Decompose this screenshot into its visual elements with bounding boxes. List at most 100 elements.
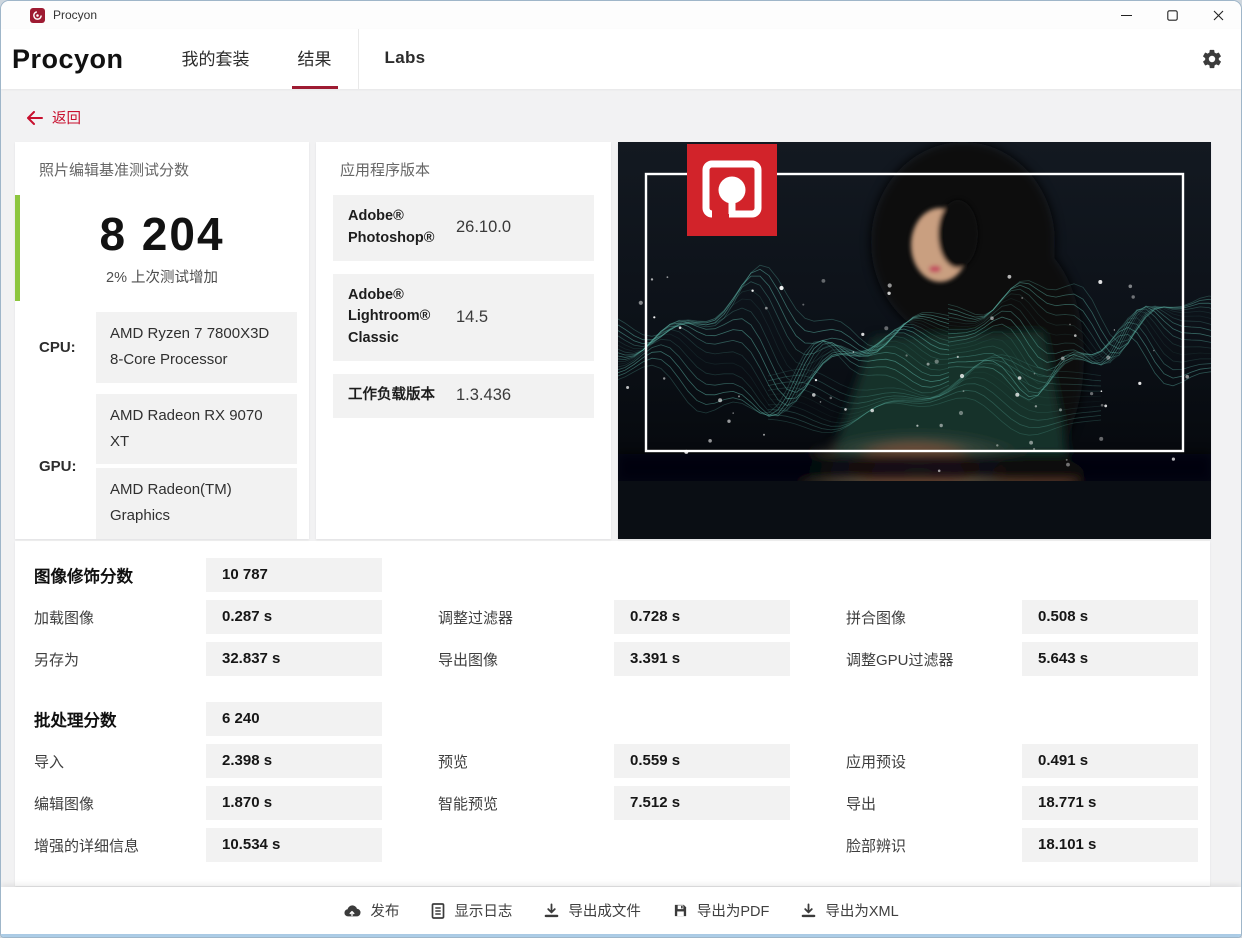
footer-button-4[interactable]: 导出为XML — [801, 900, 899, 921]
version-value: 14.5 — [456, 307, 489, 326]
batch-score-group: 批处理分数 6 240 导入 2.398 s 预览 0.559 s 应用预设 0.491 s 编… — [34, 702, 1198, 862]
versions-card: 应用程序版本 Adobe® Photoshop® 26.10.0 Adobe® Li… — [316, 142, 611, 539]
versions-card-title: 应用程序版本 — [340, 162, 431, 179]
minimize-button[interactable] — [1103, 1, 1149, 29]
footer-button-0[interactable]: 发布 — [343, 900, 399, 921]
metric-value: 18.771 s — [1022, 786, 1198, 820]
metric-value: 3.391 s — [614, 642, 790, 676]
gpu-label: GPU: — [39, 457, 77, 475]
detail-scores-card: 图像修饰分数 10 787 加载图像 0.287 s 调整过滤器 0.728 s 拼合图像 0… — [15, 541, 1210, 886]
version-value: 26.10.0 — [456, 218, 512, 237]
summary-section: 照片编辑基准测试分数 8 204 2% 上次测试增加 CPU: AMD Ryze… — [15, 142, 1241, 539]
cpu-line-2: 8-Core Processor — [110, 351, 228, 369]
download-icon — [544, 903, 559, 918]
footer-button-2[interactable]: 导出成文件 — [544, 900, 641, 921]
version-label: Adobe® Lightroom® Classic — [348, 286, 431, 347]
version-label: 工作负载版本 — [348, 386, 435, 403]
cpu-line-1: AMD Ryzen 7 7800X3D — [110, 325, 270, 342]
metric-value: 32.837 s — [206, 642, 382, 676]
metric-label: 应用预设 — [846, 753, 907, 771]
version-row: Adobe® Photoshop® 26.10.0 — [333, 195, 594, 261]
versions-rows: Adobe® Photoshop® 26.10.0 Adobe® Lightroom… — [333, 195, 594, 418]
version-row: Adobe® Lightroom® Classic 14.5 — [333, 273, 594, 361]
procyon-app-icon — [30, 7, 45, 23]
metric-label: 另存为 — [34, 651, 80, 669]
benchmark-score: 8 204 — [99, 208, 225, 260]
metric-label: 智能预览 — [438, 795, 499, 813]
metric-value: 0.491 s — [1022, 744, 1198, 778]
group-score-label: 图像修饰分数 — [34, 568, 133, 586]
metric-value: 0.508 s — [1022, 600, 1198, 634]
footer-button-label: 导出为XML — [825, 904, 899, 920]
tab-2[interactable]: Labs — [379, 29, 432, 89]
score-accent-bar — [15, 195, 20, 301]
content-area: 返回 照片编辑基准测试分数 8 204 2% 上次测试增加 CPU: AMD R… — [1, 89, 1241, 887]
back-button[interactable]: 返回 — [1, 89, 91, 128]
version-label: Adobe® Photoshop® — [348, 208, 435, 246]
procyon-logo — [687, 144, 777, 236]
cpu-label: CPU: — [39, 338, 76, 356]
gpu-row: GPU: AMD Radeon RX 9070 XT AMD Radeon(TM… — [39, 393, 309, 539]
save-icon — [673, 903, 688, 918]
window-edge-accent — [1, 934, 1241, 937]
score-card-title: 照片编辑基准测试分数 — [39, 162, 190, 179]
retouch-score-group: 图像修饰分数 10 787 加载图像 0.287 s 调整过滤器 0.728 s 拼合图像 0… — [34, 558, 1198, 676]
footer-button-label: 发布 — [370, 904, 400, 920]
title-bar: Procyon — [1, 1, 1241, 29]
metric-label: 预览 — [438, 753, 469, 771]
footer-button-label: 导出为PDF — [696, 904, 770, 920]
cpu-row: CPU: AMD Ryzen 7 7800X3D 8-Core Processo… — [39, 312, 309, 383]
metric-label: 导入 — [34, 753, 65, 771]
gpu-value-2: AMD Radeon(TM) Graphics — [96, 468, 297, 539]
brand-logo: Procyon — [12, 43, 124, 74]
metric-label: 加载图像 — [34, 609, 95, 627]
metric-value: 0.559 s — [614, 744, 790, 778]
app-window: Procyon Procyon 我的套装 结果 Labs 返回 照片编辑基准测试… — [0, 0, 1242, 938]
metric-label: 导出 — [846, 795, 877, 813]
back-arrow-icon — [27, 110, 43, 125]
metric-value: 18.101 s — [1022, 828, 1198, 862]
metric-label: 导出图像 — [438, 651, 499, 669]
metric-value: 0.728 s — [614, 600, 790, 634]
footer-button-3[interactable]: 导出为PDF — [673, 900, 770, 921]
score-delta: 2% 上次测试增加 — [106, 270, 218, 286]
metric-value: 0.287 s — [206, 600, 382, 634]
group-score-label: 批处理分数 — [34, 712, 117, 730]
cpu-value: AMD Ryzen 7 7800X3D 8-Core Processor — [96, 312, 297, 383]
document-icon — [431, 902, 445, 919]
window-title: Procyon — [53, 8, 98, 22]
metric-value: 7.512 s — [614, 786, 790, 820]
metric-label: 脸部辨识 — [846, 837, 907, 855]
close-button[interactable] — [1195, 1, 1241, 29]
metric-value: 5.643 s — [1022, 642, 1198, 676]
version-row: 工作负载版本 1.3.436 — [333, 373, 594, 418]
footer-button-1[interactable]: 显示日志 — [431, 900, 512, 921]
tab-1[interactable]: 结果 — [291, 29, 338, 89]
gear-icon — [1203, 49, 1221, 69]
footer-toolbar: 发布 显示日志 导出成文件 导出为PDF 导出为XML — [1, 887, 1241, 934]
metric-value: 2.398 s — [206, 744, 382, 778]
group-score-value: 10 787 — [206, 558, 382, 592]
main-nav: Procyon 我的套装 结果 Labs — [1, 29, 1241, 89]
tab-0[interactable]: 我的套装 — [176, 29, 256, 89]
metric-value: 1.870 s — [206, 786, 382, 820]
metric-label: 编辑图像 — [34, 795, 95, 813]
footer-button-label: 显示日志 — [454, 904, 513, 920]
version-value: 1.3.436 — [456, 386, 512, 405]
back-label: 返回 — [52, 111, 81, 127]
metric-label: 增强的详细信息 — [34, 837, 140, 855]
footer-button-label: 导出成文件 — [568, 904, 641, 920]
tab-divider — [357, 29, 359, 89]
benchmark-hero-image — [618, 142, 1211, 539]
metric-value: 10.534 s — [206, 828, 382, 862]
settings-button[interactable] — [1201, 29, 1241, 89]
group-score-value: 6 240 — [206, 702, 382, 736]
gpu-value-1: AMD Radeon RX 9070 XT — [96, 393, 297, 464]
metric-label: 调整过滤器 — [438, 609, 514, 627]
nav-tabs: 我的套装 结果 Labs — [158, 29, 450, 89]
cloud-upload-icon — [343, 904, 361, 918]
maximize-button[interactable] — [1149, 1, 1195, 29]
metric-label: 调整GPU过滤器 — [846, 651, 954, 669]
metric-label: 拼合图像 — [846, 609, 907, 627]
score-card: 照片编辑基准测试分数 8 204 2% 上次测试增加 CPU: AMD Ryze… — [15, 142, 309, 539]
